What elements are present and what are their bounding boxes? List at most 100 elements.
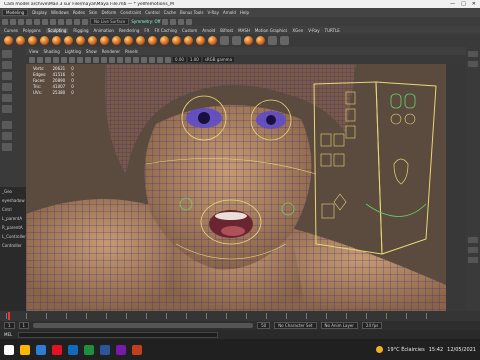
layer-editor-tab[interactable] <box>468 257 478 263</box>
shelf-tab-arnold[interactable]: Arnold <box>202 28 215 33</box>
channel-box-tab[interactable] <box>468 51 478 57</box>
face-control-board-right[interactable] <box>375 81 437 255</box>
menu-constraint[interactable]: Constraint <box>120 10 141 15</box>
menu-display[interactable]: Display <box>32 10 47 15</box>
shelf-tab-sculpting[interactable]: Sculpting <box>45 27 69 33</box>
exposure-field[interactable]: 0.00 <box>173 57 186 62</box>
range-end-field[interactable]: 50 <box>257 322 271 329</box>
lasso-tool-icon[interactable] <box>2 61 12 69</box>
paint-select-icon[interactable] <box>2 72 12 80</box>
minimize-button[interactable]: — <box>450 1 455 7</box>
maximize-button[interactable]: □ <box>461 1 466 7</box>
clock-date[interactable]: 12/05/2021 <box>447 347 476 353</box>
scale-tool-icon[interactable] <box>2 105 12 113</box>
invert-mask-icon[interactable] <box>232 36 241 45</box>
spray-brush-icon[interactable] <box>88 36 97 45</box>
image-plane-icon[interactable] <box>53 56 59 63</box>
pinch-brush-icon[interactable] <box>52 36 61 45</box>
eye-ring-control[interactable] <box>404 113 416 125</box>
eye-shape-control[interactable] <box>390 93 402 109</box>
fps-dropdown[interactable]: 24 fps <box>361 322 383 329</box>
snap-point-icon[interactable] <box>82 18 88 25</box>
relax-brush-icon[interactable] <box>28 36 37 45</box>
chrome-icon[interactable] <box>52 344 62 355</box>
command-input[interactable] <box>18 331 219 338</box>
blend-brush-icon[interactable] <box>244 36 253 45</box>
attribute-editor-tab[interactable] <box>468 61 478 67</box>
amplify-brush-icon[interactable] <box>196 36 205 45</box>
start-button-icon[interactable] <box>4 344 14 355</box>
menu-deform[interactable]: Deform <box>101 10 116 15</box>
sculpt-brush-icon[interactable] <box>4 36 13 45</box>
scrape-brush-icon[interactable] <box>136 36 145 45</box>
foamy-brush-icon[interactable] <box>76 36 85 45</box>
cheek-slider[interactable] <box>320 153 332 167</box>
shelf-tab-fx[interactable]: FX <box>144 28 149 33</box>
smear-brush-icon[interactable] <box>172 36 181 45</box>
move-tool-icon[interactable] <box>2 83 12 91</box>
shelf-tab-rendering[interactable]: Rendering <box>119 28 139 33</box>
wireframe-on-shaded-icon[interactable] <box>101 56 107 63</box>
outliner-item[interactable]: eyeshadow <box>2 198 25 203</box>
hypershade-icon[interactable] <box>186 18 193 25</box>
eye-shape-control[interactable] <box>404 93 416 109</box>
time-slider[interactable] <box>0 311 480 321</box>
smooth-shade-icon[interactable] <box>93 56 99 63</box>
single-perspective-layout-icon[interactable] <box>2 121 12 129</box>
eyelid-slider[interactable] <box>345 125 356 139</box>
shelf-tab-motion-graphics[interactable]: Motion Graphics <box>255 28 288 33</box>
ambient-occlusion-icon[interactable] <box>133 56 139 63</box>
four-view-layout-icon[interactable] <box>2 132 12 140</box>
clock-time[interactable]: 15:42 <box>429 347 443 353</box>
symmetry-field[interactable]: Symmetry: Off <box>131 19 160 24</box>
shelf-tab-fx-caching[interactable]: FX Caching <box>154 28 176 33</box>
rotate-tool-icon[interactable] <box>2 94 12 102</box>
imprint-brush-icon[interactable] <box>112 36 121 45</box>
layer-editor-tab[interactable] <box>468 237 478 243</box>
powerpoint-icon[interactable] <box>132 344 142 355</box>
motion-blur-icon[interactable] <box>141 56 147 63</box>
shelf-tab-custom[interactable]: Custom <box>182 28 197 33</box>
photoshop-icon[interactable] <box>68 344 78 355</box>
menuset-dropdown[interactable]: Modeling <box>2 9 29 16</box>
panel-menu-renderer[interactable]: Renderer <box>102 49 120 54</box>
shelf-tab-turtle[interactable]: TURTLE <box>325 28 340 33</box>
character-set-dropdown[interactable]: No Character Set <box>274 322 317 329</box>
redo-icon[interactable] <box>34 18 40 25</box>
lights-icon[interactable] <box>117 56 123 63</box>
shadows-icon[interactable] <box>125 56 131 63</box>
new-scene-icon[interactable] <box>2 18 8 25</box>
snap-curve-icon[interactable] <box>74 18 80 25</box>
eye-ring-control[interactable] <box>390 113 402 125</box>
grab-brush-icon[interactable] <box>40 36 49 45</box>
anti-aliasing-icon[interactable] <box>149 56 155 63</box>
menu-help[interactable]: Help <box>240 10 249 15</box>
menu-windows[interactable]: Windows <box>51 10 69 15</box>
anim-layer-dropdown[interactable]: No Anim Layer <box>320 322 358 329</box>
film-gate-icon[interactable] <box>69 56 75 63</box>
textured-icon[interactable] <box>109 56 115 63</box>
onenote-icon[interactable] <box>116 344 126 355</box>
fill-brush-icon[interactable] <box>148 36 157 45</box>
layer-tool-icon[interactable] <box>280 36 289 45</box>
grid-toggle-icon[interactable] <box>61 56 67 63</box>
layer-editor-tab[interactable] <box>468 247 478 253</box>
camera-attributes-icon[interactable] <box>37 56 43 63</box>
bookmark-icon[interactable] <box>45 56 51 63</box>
stamp-tool-icon[interactable] <box>268 36 277 45</box>
menu-bonus-tools[interactable]: Bonus Tools <box>180 10 203 15</box>
mask-tool-icon[interactable] <box>220 36 229 45</box>
select-hierarchy-icon[interactable] <box>42 18 48 25</box>
outliner-item[interactable]: L_Controller <box>2 234 26 239</box>
wax-brush-icon[interactable] <box>124 36 133 45</box>
outliner-item[interactable]: Controller <box>2 243 24 248</box>
flatten-brush-icon[interactable] <box>64 36 73 45</box>
ipr-render-icon[interactable] <box>170 18 177 25</box>
menu-rodes[interactable]: Rodes <box>73 10 85 15</box>
shelf-tab-curves[interactable]: Curves <box>4 28 18 33</box>
panel-menu-show[interactable]: Show <box>86 49 97 54</box>
weather-text[interactable]: 19°C Éclaircies <box>387 347 424 353</box>
render-icon[interactable] <box>162 18 169 25</box>
eye-slider[interactable] <box>320 133 332 147</box>
snap-grid-icon[interactable] <box>66 18 72 25</box>
